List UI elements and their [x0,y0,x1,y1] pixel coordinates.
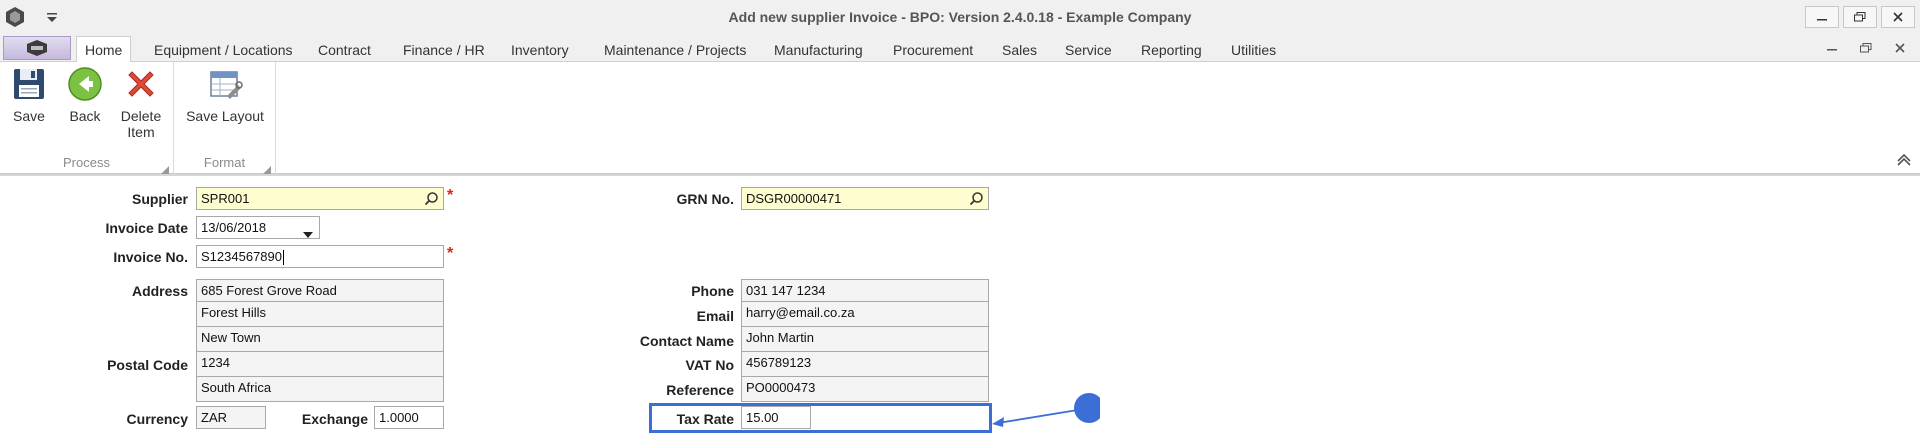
minimize-icon [1817,19,1827,21]
tab-utilities[interactable]: Utilities [1223,39,1284,62]
tab-equipment-locations[interactable]: Equipment / Locations [146,39,301,62]
tax-rate-input[interactable]: 15.00 [741,406,811,429]
ribbon-divider [0,174,1920,176]
tab-procurement[interactable]: Procurement [885,39,981,62]
group-launcher-icon[interactable] [263,162,271,174]
ribbon-group-process-label: Process [63,155,110,170]
delete-item-button-label: Delete Item [120,108,162,140]
restore-icon [1854,12,1866,22]
save-layout-icon [207,66,243,102]
postal-code-label: Postal Code [107,357,188,373]
contact-name-field[interactable]: John Martin [741,327,989,352]
invoice-date-label: Invoice Date [105,220,188,236]
search-icon[interactable] [424,191,439,206]
currency-field[interactable]: ZAR [196,406,266,429]
save-button-label: Save [13,108,45,124]
ribbon-group-format-label: Format [203,155,246,170]
tab-manufacturing[interactable]: Manufacturing [766,39,871,62]
collapse-ribbon-icon[interactable] [1896,152,1912,166]
window-title: Add new supplier Invoice - BPO: Version … [728,9,1192,25]
address-line2-field[interactable]: Forest Hills [196,302,444,327]
vat-no-field[interactable]: 456789123 [741,352,989,377]
phone-field[interactable]: 031 147 1234 [741,279,989,302]
annotation-pointer [992,393,1100,427]
delete-x-icon [123,66,159,102]
email-field[interactable]: harry@email.co.za [741,302,989,327]
supplier-field[interactable]: SPR001 [196,187,444,210]
back-button-label: Back [69,108,101,124]
grn-no-value: DSGR00000471 [746,191,842,206]
tab-reporting[interactable]: Reporting [1133,39,1210,62]
vat-no-label: VAT No [685,357,734,373]
tab-home[interactable]: Home [76,36,132,63]
tab-contract[interactable]: Contract [310,39,379,62]
search-icon[interactable] [969,191,984,206]
app-menu-logo-icon [27,40,47,56]
tax-rate-label: Tax Rate [676,411,734,427]
back-arrow-icon [67,66,103,102]
address-label: Address [131,283,188,299]
save-layout-button[interactable]: Save Layout [180,66,270,124]
contact-name-label: Contact Name [639,333,734,349]
ribbon-group-format: Save Layout Format [174,62,276,174]
minimize-icon [1827,49,1837,51]
group-launcher-icon[interactable] [161,162,169,174]
application-menu-button[interactable] [3,36,71,60]
minimize-button[interactable] [1805,6,1839,28]
phone-label: Phone [691,283,734,299]
mdi-minimize-button[interactable] [1822,40,1842,56]
invoice-no-label: Invoice No. [113,249,188,265]
close-button[interactable] [1881,6,1915,28]
tab-maintenance-projects[interactable]: Maintenance / Projects [596,39,754,62]
invoice-no-value: S1234567890 [201,249,282,264]
reference-label: Reference [666,382,734,398]
restore-button[interactable] [1843,6,1877,28]
currency-label: Currency [126,411,188,427]
supplier-value: SPR001 [201,191,250,206]
delete-item-button[interactable]: Delete Item [116,66,166,140]
invoice-date-picker[interactable]: 13/06/2018 [196,216,320,239]
address-line1-field[interactable]: 685 Forest Grove Road [196,279,444,302]
mdi-restore-button[interactable] [1856,40,1876,56]
save-layout-button-label: Save Layout [186,108,264,124]
restore-icon [1860,43,1872,53]
postal-code-field[interactable]: 1234 [196,352,444,377]
reference-field[interactable]: PO0000473 [741,377,989,402]
close-icon [1895,43,1905,53]
grn-no-label: GRN No. [676,191,734,207]
ribbon: Save Back Delete Item Process Save Layou… [0,62,1920,174]
tab-sales[interactable]: Sales [994,39,1045,62]
invoice-no-input[interactable]: S1234567890 [196,245,444,268]
mdi-close-button[interactable] [1890,40,1910,56]
ribbon-group-process: Save Back Delete Item Process [0,62,174,174]
application-window: Add new supplier Invoice - BPO: Version … [0,0,1920,438]
supplier-label: Supplier [131,191,188,207]
address-line3-field[interactable]: New Town [196,327,444,352]
invoice-date-value: 13/06/2018 [201,220,267,235]
back-button[interactable]: Back [64,66,106,124]
tab-finance-hr[interactable]: Finance / HR [395,39,493,62]
ribbon-tab-bar: Home Equipment / Locations Contract Fina… [0,34,1920,63]
country-field[interactable]: South Africa [196,377,444,402]
close-icon [1893,12,1903,22]
grn-no-field[interactable]: DSGR00000471 [741,187,989,210]
text-cursor [282,250,284,266]
title-bar: Add new supplier Invoice - BPO: Version … [0,0,1920,34]
email-label: Email [696,308,734,324]
save-button[interactable]: Save [8,66,50,124]
exchange-label: Exchange [301,411,368,427]
chevron-down-icon[interactable] [303,224,313,238]
tab-inventory[interactable]: Inventory [503,39,577,62]
floppy-disk-icon [11,66,47,102]
required-marker: * [447,245,454,262]
exchange-input[interactable]: 1.0000 [374,406,444,429]
required-marker: * [447,187,454,204]
tab-service[interactable]: Service [1057,39,1120,62]
